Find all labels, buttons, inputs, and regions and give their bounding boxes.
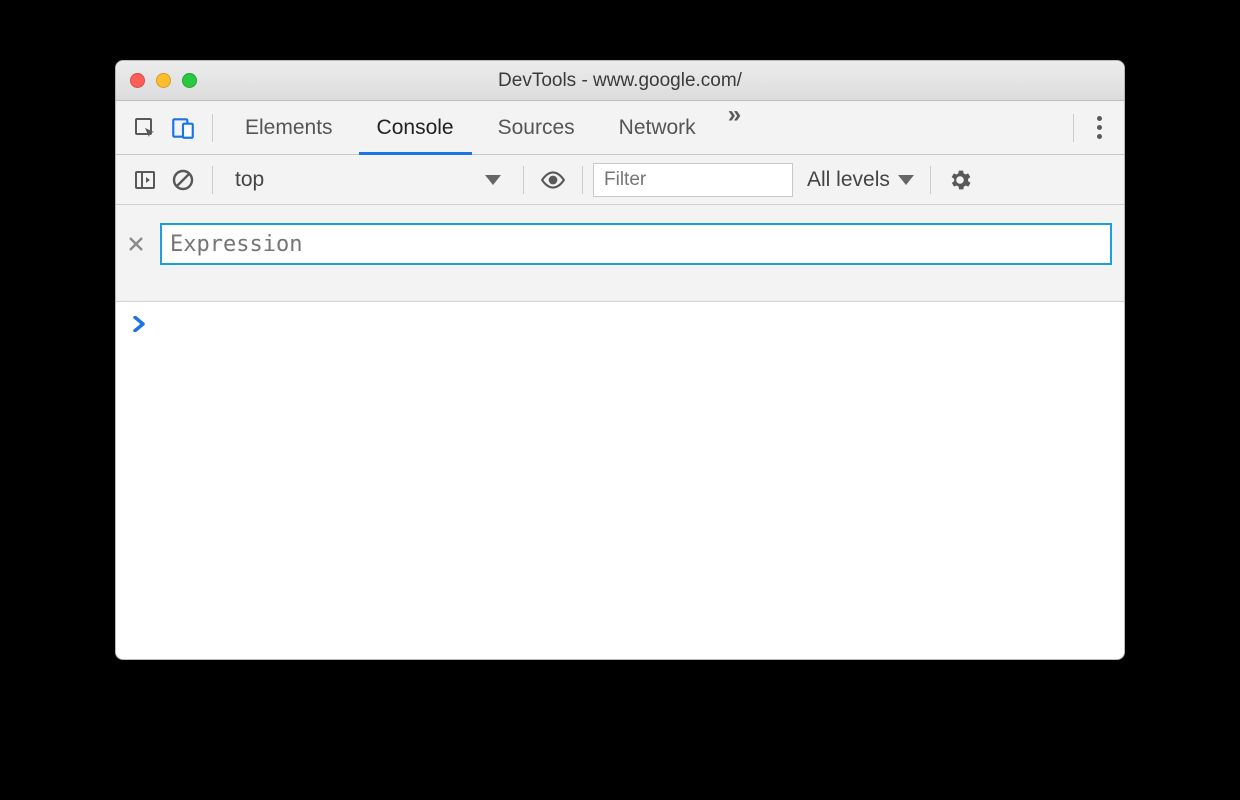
log-levels-select[interactable]: All levels bbox=[807, 168, 914, 192]
console-prompt-icon bbox=[132, 316, 1108, 332]
device-toolbar-icon[interactable] bbox=[166, 111, 200, 145]
tab-label: Sources bbox=[498, 116, 575, 140]
console-output[interactable] bbox=[116, 302, 1124, 659]
tabs-overflow-icon[interactable]: » bbox=[718, 101, 751, 154]
tab-label: Network bbox=[619, 116, 696, 140]
console-settings-icon[interactable] bbox=[943, 163, 977, 197]
tab-label: Console bbox=[377, 116, 454, 140]
minimize-window-button[interactable] bbox=[156, 73, 171, 88]
chevron-right-double-icon: » bbox=[728, 101, 741, 128]
live-expression-icon[interactable] bbox=[536, 163, 570, 197]
devtools-window: DevTools - www.google.com/ Elements Cons… bbox=[115, 60, 1125, 660]
log-levels-label: All levels bbox=[807, 168, 890, 192]
window-title: DevTools - www.google.com/ bbox=[116, 70, 1124, 92]
clear-console-icon[interactable] bbox=[166, 163, 200, 197]
tab-label: Elements bbox=[245, 116, 333, 140]
inspect-element-icon[interactable] bbox=[128, 111, 162, 145]
panel-tabs: Elements Console Sources Network » bbox=[223, 101, 1063, 154]
toolbar-divider bbox=[212, 166, 213, 194]
chevron-down-icon bbox=[485, 175, 501, 185]
zoom-window-button[interactable] bbox=[182, 73, 197, 88]
more-options-icon[interactable] bbox=[1084, 116, 1114, 139]
traffic-lights bbox=[130, 73, 197, 88]
filter-input[interactable] bbox=[593, 163, 793, 197]
console-toolbar: top All levels bbox=[116, 155, 1124, 205]
toolbar-divider bbox=[582, 166, 583, 194]
toolbar-divider bbox=[523, 166, 524, 194]
tab-sources[interactable]: Sources bbox=[476, 101, 597, 154]
main-toolbar: Elements Console Sources Network » bbox=[116, 101, 1124, 155]
close-icon[interactable] bbox=[128, 236, 150, 252]
tab-console[interactable]: Console bbox=[355, 101, 476, 154]
titlebar: DevTools - www.google.com/ bbox=[116, 61, 1124, 101]
toggle-sidebar-icon[interactable] bbox=[128, 163, 162, 197]
expression-input[interactable] bbox=[160, 223, 1112, 265]
tab-network[interactable]: Network bbox=[597, 101, 718, 154]
tab-elements[interactable]: Elements bbox=[223, 101, 355, 154]
chevron-down-icon bbox=[898, 175, 914, 185]
live-expression-bar bbox=[116, 205, 1124, 302]
context-label: top bbox=[235, 168, 264, 192]
toolbar-divider bbox=[212, 114, 213, 142]
toolbar-divider bbox=[1073, 114, 1074, 142]
execution-context-select[interactable]: top bbox=[223, 168, 513, 192]
toolbar-divider bbox=[930, 166, 931, 194]
close-window-button[interactable] bbox=[130, 73, 145, 88]
